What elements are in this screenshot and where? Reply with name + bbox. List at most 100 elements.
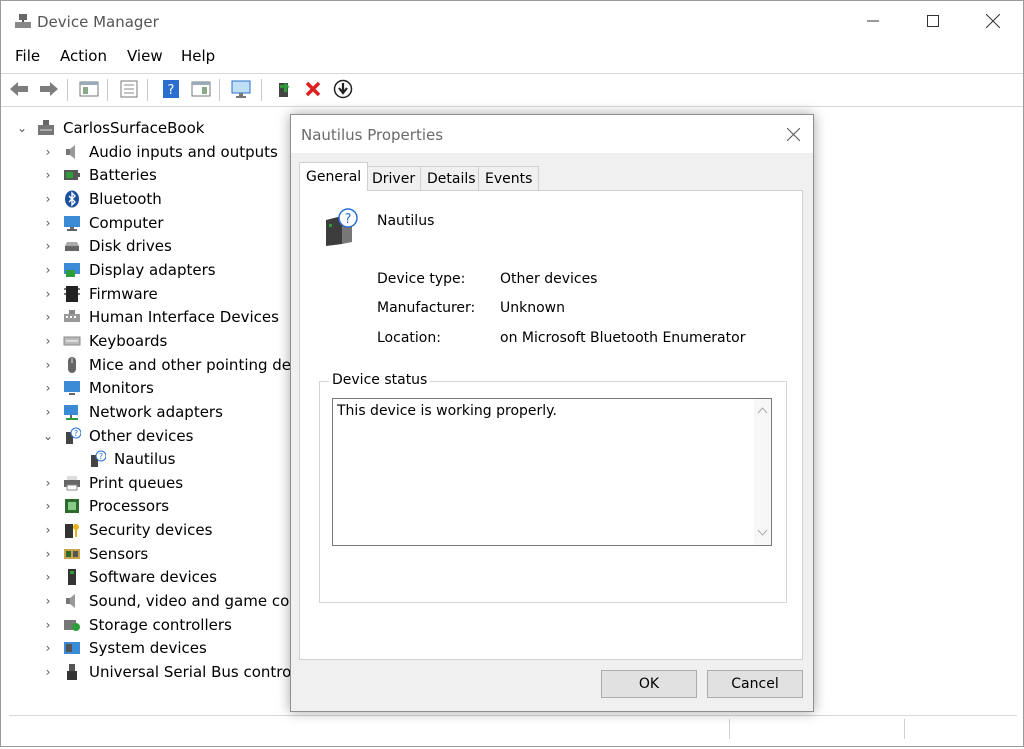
maximize-button[interactable] (903, 1, 963, 41)
chevron-down-icon[interactable]: ⌄ (41, 429, 55, 443)
tree-category[interactable]: › Print queues (41, 472, 184, 494)
delete-x-icon (305, 81, 321, 97)
chevron-right-icon[interactable]: › (41, 523, 55, 537)
tree-category[interactable]: › Mice and other pointing devi (41, 354, 291, 376)
tab-general[interactable]: General (299, 162, 369, 191)
tree-device[interactable]: ? Nautilus (88, 448, 175, 470)
dialog-close-button[interactable] (779, 121, 807, 147)
tree-category-label: Bluetooth (89, 190, 162, 208)
tree-category[interactable]: › Human Interface Devices (41, 306, 279, 328)
tree-category[interactable]: › Storage controllers (41, 614, 232, 636)
menu-view[interactable]: View (127, 47, 163, 65)
chevron-right-icon[interactable]: › (41, 570, 55, 584)
chevron-right-icon[interactable]: › (41, 287, 55, 301)
status-scrollbar[interactable] (754, 399, 771, 545)
chevron-right-icon[interactable]: › (41, 547, 55, 561)
tree-category-label: Sound, video and game cont (89, 592, 291, 611)
chevron-right-icon[interactable]: › (41, 216, 55, 230)
ok-button[interactable]: OK (601, 670, 697, 698)
tree-category-label: Security devices (89, 521, 213, 540)
tree-category[interactable]: › Display adapters (41, 259, 216, 281)
uninstall-device-button[interactable] (301, 78, 325, 100)
device-type-label: Device type: (377, 271, 466, 287)
minimize-button[interactable] (843, 1, 903, 41)
location-value: on Microsoft Bluetooth Enumerator (500, 330, 746, 346)
tree-root[interactable]: ⌄ CarlosSurfaceBook (15, 117, 205, 139)
title-bar[interactable]: Device Manager (1, 1, 1023, 41)
tree-category[interactable]: › Security devices (41, 519, 213, 541)
tree-category[interactable]: › Sound, video and game cont (41, 590, 291, 612)
tree-category[interactable]: › Sensors (41, 543, 149, 565)
tree-category[interactable]: › Bluetooth (41, 188, 162, 210)
download-circle-icon (333, 79, 353, 99)
tree-category-label: Computer (89, 213, 164, 232)
chevron-right-icon[interactable]: › (41, 499, 55, 513)
chevron-right-icon[interactable]: › (41, 358, 55, 372)
status-bar (9, 715, 1017, 742)
tree-category-label: Keyboards (89, 331, 168, 350)
tree-category[interactable]: › System devices (41, 637, 207, 659)
tree-category-label: Processors (89, 497, 170, 516)
menu-file[interactable]: File (15, 47, 40, 65)
chevron-right-icon[interactable]: › (41, 239, 55, 253)
cancel-button[interactable]: Cancel (707, 670, 803, 698)
tree-category[interactable]: › Batteries (41, 164, 157, 186)
minimize-icon (867, 20, 879, 22)
tree-category[interactable]: › Audio inputs and outputs (41, 141, 278, 163)
scan-hardware-button[interactable] (229, 78, 253, 100)
chevron-right-icon[interactable]: › (41, 145, 55, 159)
update-driver-button[interactable] (273, 78, 297, 100)
battery-icon (64, 170, 80, 181)
tree-category[interactable]: › Keyboards (41, 330, 168, 352)
help-button[interactable]: ? (159, 78, 183, 100)
tree-category-label: Firmware (89, 284, 158, 303)
device-status-textbox[interactable]: This device is working properly. (332, 398, 772, 546)
scroll-down-icon[interactable] (757, 529, 768, 537)
chevron-right-icon[interactable]: › (41, 168, 55, 182)
dialog-title-bar[interactable]: Nautilus Properties (291, 115, 813, 153)
usb-icon (67, 664, 77, 680)
tree-category[interactable]: › Software devices (41, 566, 217, 588)
back-arrow-icon (10, 82, 28, 96)
chevron-right-icon[interactable]: › (41, 381, 55, 395)
enable-device-button[interactable] (331, 78, 355, 100)
chevron-down-icon[interactable]: ⌄ (15, 121, 29, 135)
tree-category[interactable]: › Monitors (41, 377, 154, 399)
scroll-up-icon[interactable] (757, 406, 768, 414)
chevron-right-icon[interactable]: › (41, 594, 55, 608)
chevron-right-icon[interactable]: › (41, 618, 55, 632)
chevron-right-icon[interactable]: › (41, 334, 55, 348)
close-button[interactable] (963, 1, 1023, 41)
tab-events[interactable]: Events (478, 166, 540, 191)
tree-category[interactable]: › Disk drives (41, 235, 172, 257)
tree-category[interactable]: › Firmware (41, 283, 158, 305)
chevron-right-icon[interactable]: › (41, 665, 55, 679)
device-tree[interactable]: ⌄ CarlosSurfaceBook › Audio inputs and ou… (9, 113, 291, 713)
chevron-right-icon[interactable]: › (41, 192, 55, 206)
tree-category[interactable]: ⌄? Other devices (41, 425, 193, 447)
tab-driver[interactable]: Driver (365, 166, 423, 191)
chevron-right-icon[interactable]: › (41, 405, 55, 419)
chevron-right-icon[interactable]: › (41, 641, 55, 655)
show-hidden-button[interactable] (189, 78, 213, 100)
close-icon (986, 14, 1000, 28)
toolbar: ? (1, 73, 1023, 107)
properties-button[interactable] (117, 78, 141, 100)
chevron-right-icon[interactable]: › (41, 310, 55, 324)
tab-details[interactable]: Details (420, 166, 483, 191)
tree-category[interactable]: › Network adapters (41, 401, 223, 423)
close-icon (786, 127, 800, 141)
menu-action[interactable]: Action (60, 47, 107, 65)
dialog-title: Nautilus Properties (301, 126, 444, 144)
storage-controller-icon (64, 619, 80, 631)
tree-category[interactable]: › Universal Serial Bus controlle (41, 661, 291, 683)
back-button[interactable] (7, 78, 31, 100)
menu-help[interactable]: Help (181, 47, 215, 65)
manufacturer-label: Manufacturer: (377, 300, 476, 316)
chevron-right-icon[interactable]: › (41, 476, 55, 490)
chevron-right-icon[interactable]: › (41, 263, 55, 277)
tree-category[interactable]: › Processors (41, 495, 169, 517)
tree-category[interactable]: › Computer (41, 212, 164, 234)
show-hide-console-tree-button[interactable] (77, 78, 101, 100)
forward-button[interactable] (37, 78, 61, 100)
